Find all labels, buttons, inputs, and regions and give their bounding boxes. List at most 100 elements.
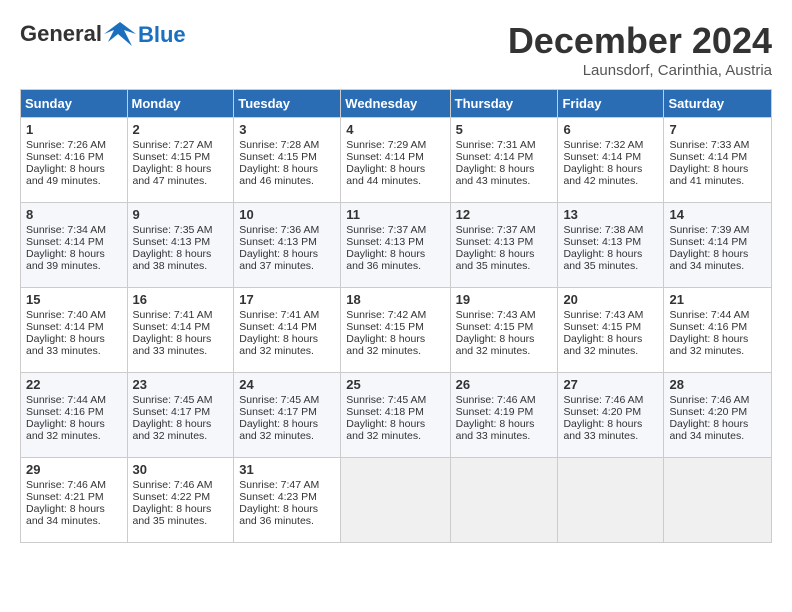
day-info: Sunrise: 7:46 AM bbox=[26, 479, 122, 491]
day-info: Sunrise: 7:31 AM bbox=[456, 139, 553, 151]
day-info: Sunrise: 7:29 AM bbox=[346, 139, 444, 151]
logo: General Blue bbox=[20, 20, 186, 50]
day-info: Sunset: 4:15 PM bbox=[133, 151, 229, 163]
day-info: Daylight: 8 hours bbox=[456, 163, 553, 175]
calendar-cell: 6Sunrise: 7:32 AMSunset: 4:14 PMDaylight… bbox=[558, 118, 664, 203]
day-number: 6 bbox=[563, 122, 658, 137]
weekday-header-monday: Monday bbox=[127, 90, 234, 118]
day-info: Sunset: 4:14 PM bbox=[239, 321, 335, 333]
day-number: 11 bbox=[346, 207, 444, 222]
day-number: 20 bbox=[563, 292, 658, 307]
calendar-cell bbox=[341, 458, 450, 543]
day-info: Sunset: 4:16 PM bbox=[26, 151, 122, 163]
calendar-cell: 5Sunrise: 7:31 AMSunset: 4:14 PMDaylight… bbox=[450, 118, 558, 203]
calendar-cell: 24Sunrise: 7:45 AMSunset: 4:17 PMDayligh… bbox=[234, 373, 341, 458]
day-info: Sunrise: 7:41 AM bbox=[133, 309, 229, 321]
day-info: Daylight: 8 hours bbox=[346, 333, 444, 345]
day-info: Sunset: 4:13 PM bbox=[133, 236, 229, 248]
page-header: General Blue December 2024 Launsdorf, Ca… bbox=[20, 20, 772, 79]
day-info: Sunset: 4:15 PM bbox=[563, 321, 658, 333]
calendar-table: SundayMondayTuesdayWednesdayThursdayFrid… bbox=[20, 89, 772, 543]
day-info: Sunset: 4:16 PM bbox=[669, 321, 766, 333]
day-info: Sunset: 4:14 PM bbox=[133, 321, 229, 333]
day-info: Sunrise: 7:33 AM bbox=[669, 139, 766, 151]
calendar-cell: 14Sunrise: 7:39 AMSunset: 4:14 PMDayligh… bbox=[664, 203, 772, 288]
day-info: Sunrise: 7:46 AM bbox=[669, 394, 766, 406]
day-number: 24 bbox=[239, 377, 335, 392]
week-row-4: 22Sunrise: 7:44 AMSunset: 4:16 PMDayligh… bbox=[21, 373, 772, 458]
calendar-cell: 31Sunrise: 7:47 AMSunset: 4:23 PMDayligh… bbox=[234, 458, 341, 543]
day-number: 16 bbox=[133, 292, 229, 307]
logo-bird-icon bbox=[104, 20, 136, 48]
day-info: Sunset: 4:13 PM bbox=[563, 236, 658, 248]
calendar-cell: 19Sunrise: 7:43 AMSunset: 4:15 PMDayligh… bbox=[450, 288, 558, 373]
day-info: and 34 minutes. bbox=[26, 515, 122, 527]
day-info: Daylight: 8 hours bbox=[239, 248, 335, 260]
week-row-2: 8Sunrise: 7:34 AMSunset: 4:14 PMDaylight… bbox=[21, 203, 772, 288]
day-info: Daylight: 8 hours bbox=[133, 163, 229, 175]
logo-blue: Blue bbox=[138, 22, 186, 48]
day-info: Sunset: 4:18 PM bbox=[346, 406, 444, 418]
day-info: Daylight: 8 hours bbox=[26, 418, 122, 430]
day-info: Daylight: 8 hours bbox=[26, 333, 122, 345]
day-info: and 39 minutes. bbox=[26, 260, 122, 272]
day-info: and 32 minutes. bbox=[26, 430, 122, 442]
day-info: and 34 minutes. bbox=[669, 260, 766, 272]
day-number: 23 bbox=[133, 377, 229, 392]
day-number: 3 bbox=[239, 122, 335, 137]
day-info: and 33 minutes. bbox=[456, 430, 553, 442]
calendar-cell bbox=[450, 458, 558, 543]
day-number: 14 bbox=[669, 207, 766, 222]
day-info: and 33 minutes. bbox=[133, 345, 229, 357]
day-number: 27 bbox=[563, 377, 658, 392]
day-number: 1 bbox=[26, 122, 122, 137]
day-info: Daylight: 8 hours bbox=[239, 333, 335, 345]
day-info: Sunrise: 7:26 AM bbox=[26, 139, 122, 151]
day-info: and 35 minutes. bbox=[563, 260, 658, 272]
day-info: Sunset: 4:13 PM bbox=[239, 236, 335, 248]
week-row-5: 29Sunrise: 7:46 AMSunset: 4:21 PMDayligh… bbox=[21, 458, 772, 543]
day-number: 12 bbox=[456, 207, 553, 222]
calendar-cell: 1Sunrise: 7:26 AMSunset: 4:16 PMDaylight… bbox=[21, 118, 128, 203]
day-info: and 36 minutes. bbox=[346, 260, 444, 272]
day-info: Daylight: 8 hours bbox=[133, 248, 229, 260]
weekday-header-saturday: Saturday bbox=[664, 90, 772, 118]
day-info: Daylight: 8 hours bbox=[669, 418, 766, 430]
day-info: and 38 minutes. bbox=[133, 260, 229, 272]
day-info: Sunrise: 7:42 AM bbox=[346, 309, 444, 321]
day-info: Sunrise: 7:45 AM bbox=[239, 394, 335, 406]
day-info: and 35 minutes. bbox=[456, 260, 553, 272]
day-info: Sunset: 4:20 PM bbox=[563, 406, 658, 418]
day-info: Daylight: 8 hours bbox=[563, 248, 658, 260]
weekday-header-friday: Friday bbox=[558, 90, 664, 118]
day-info: Sunrise: 7:34 AM bbox=[26, 224, 122, 236]
calendar-cell: 27Sunrise: 7:46 AMSunset: 4:20 PMDayligh… bbox=[558, 373, 664, 458]
day-info: Daylight: 8 hours bbox=[26, 503, 122, 515]
day-info: Sunrise: 7:47 AM bbox=[239, 479, 335, 491]
day-info: and 41 minutes. bbox=[669, 175, 766, 187]
day-info: Sunset: 4:14 PM bbox=[26, 321, 122, 333]
day-info: Sunrise: 7:41 AM bbox=[239, 309, 335, 321]
day-info: Sunset: 4:14 PM bbox=[346, 151, 444, 163]
day-info: and 33 minutes. bbox=[26, 345, 122, 357]
day-info: Sunset: 4:14 PM bbox=[456, 151, 553, 163]
day-info: and 34 minutes. bbox=[669, 430, 766, 442]
day-info: and 32 minutes. bbox=[346, 430, 444, 442]
day-number: 9 bbox=[133, 207, 229, 222]
day-info: Daylight: 8 hours bbox=[456, 333, 553, 345]
day-number: 10 bbox=[239, 207, 335, 222]
day-info: Sunset: 4:13 PM bbox=[346, 236, 444, 248]
calendar-cell bbox=[558, 458, 664, 543]
day-info: Daylight: 8 hours bbox=[346, 163, 444, 175]
day-info: and 32 minutes. bbox=[133, 430, 229, 442]
day-info: Daylight: 8 hours bbox=[239, 418, 335, 430]
day-number: 29 bbox=[26, 462, 122, 477]
day-info: and 32 minutes. bbox=[239, 345, 335, 357]
day-info: Sunrise: 7:46 AM bbox=[133, 479, 229, 491]
day-info: Daylight: 8 hours bbox=[563, 333, 658, 345]
day-number: 19 bbox=[456, 292, 553, 307]
day-info: and 32 minutes. bbox=[239, 430, 335, 442]
calendar-cell: 23Sunrise: 7:45 AMSunset: 4:17 PMDayligh… bbox=[127, 373, 234, 458]
day-info: Daylight: 8 hours bbox=[456, 418, 553, 430]
calendar-cell: 13Sunrise: 7:38 AMSunset: 4:13 PMDayligh… bbox=[558, 203, 664, 288]
